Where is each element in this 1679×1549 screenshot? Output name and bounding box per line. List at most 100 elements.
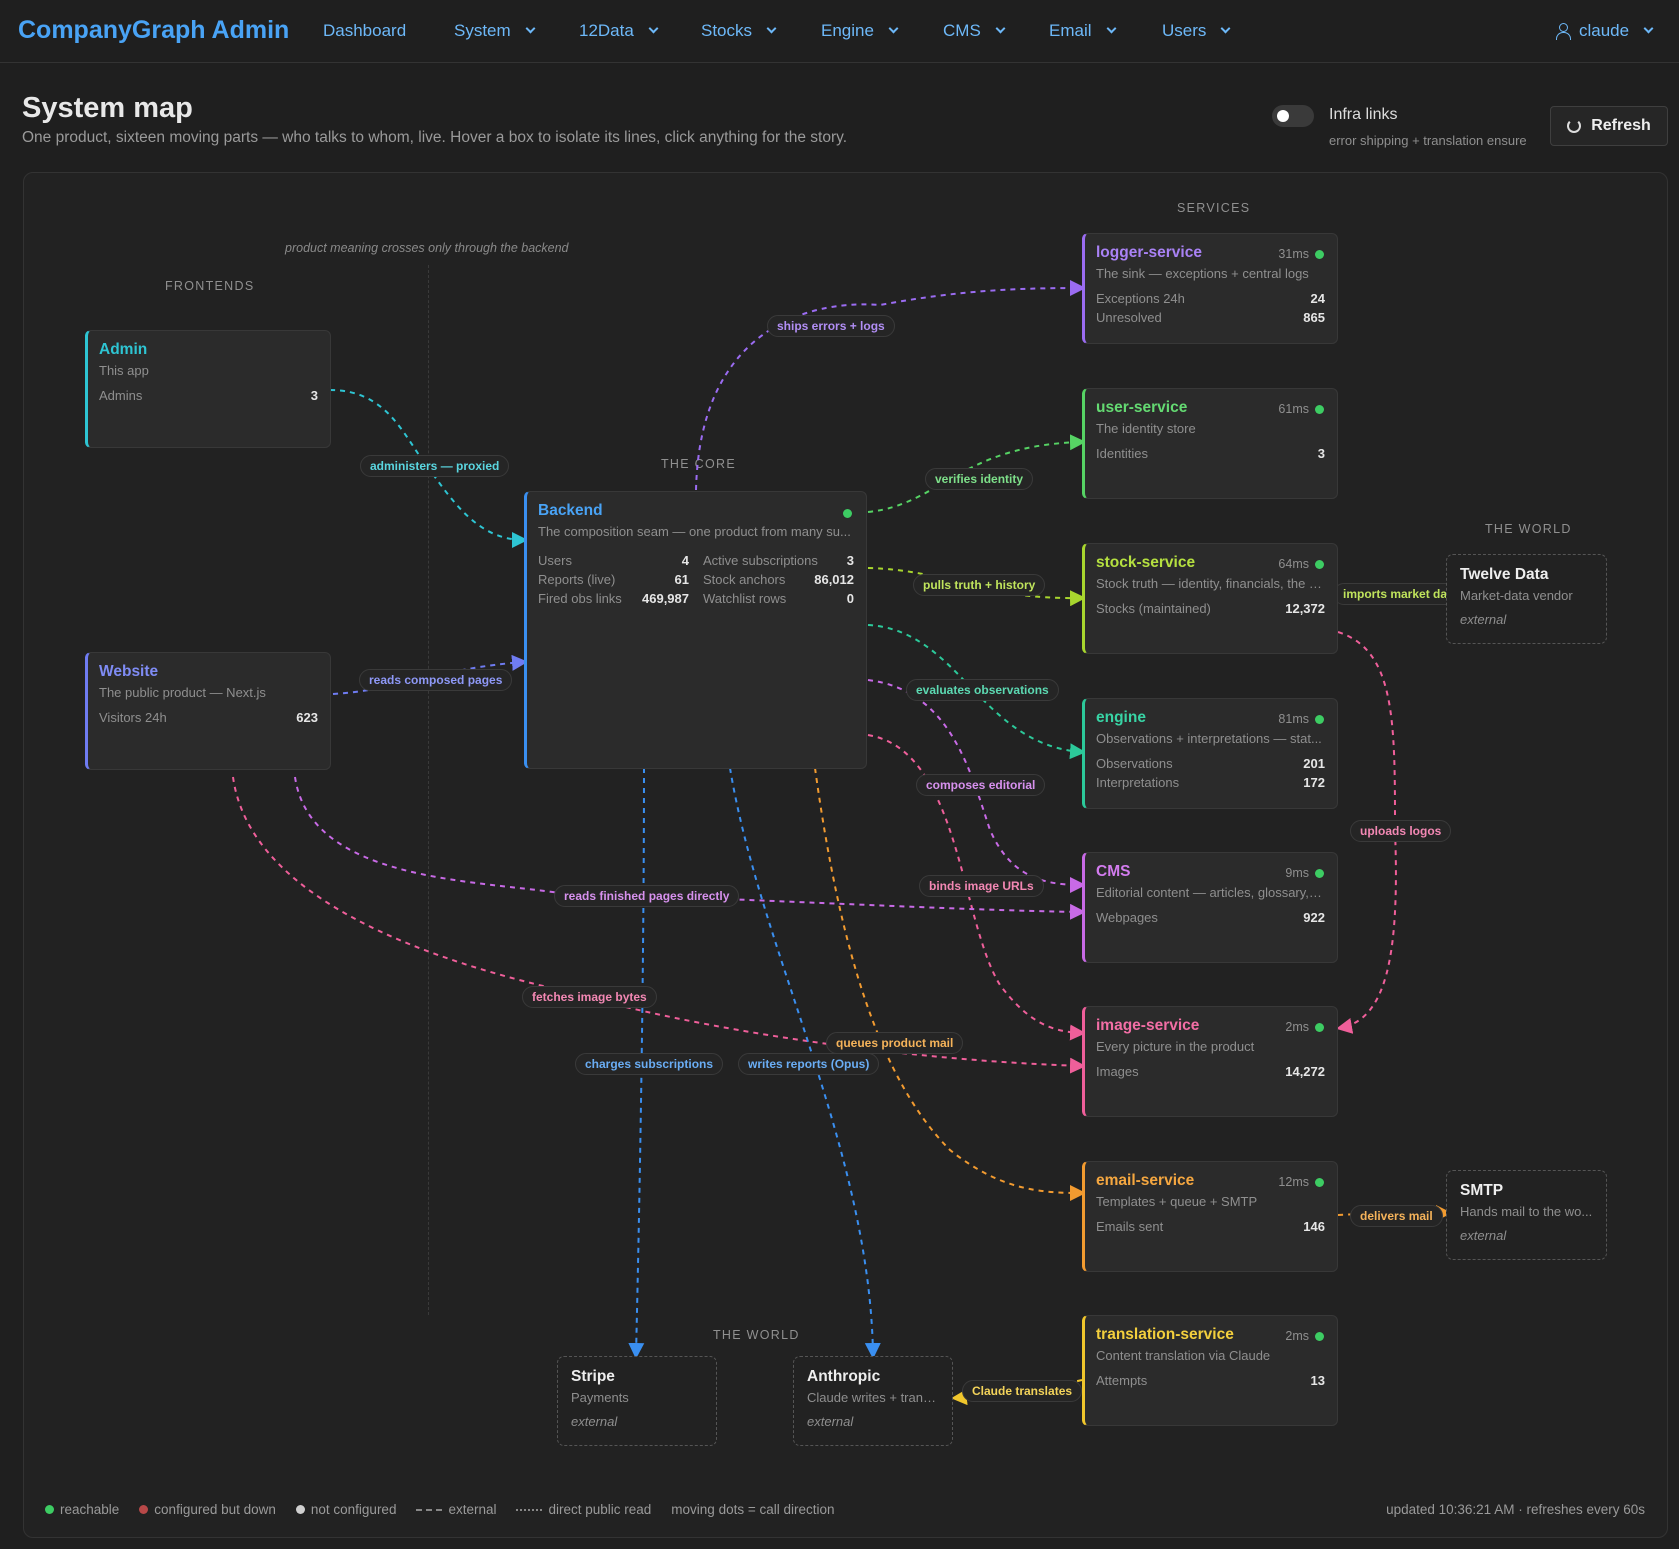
- latency: 31ms: [1278, 247, 1309, 261]
- node-stripe[interactable]: Stripe Payments external: [557, 1356, 717, 1446]
- node-stat: Emails sent 146: [1096, 1219, 1325, 1234]
- edge-reads-finished-pages[interactable]: reads finished pages directly: [554, 885, 740, 907]
- external-tag: external: [807, 1414, 854, 1429]
- edge-delivers-mail[interactable]: delivers mail: [1350, 1205, 1443, 1227]
- node-stat: Users 4: [538, 553, 689, 568]
- status-dot-reachable: [1315, 1022, 1324, 1032]
- legend-reachable: reachable: [45, 1502, 119, 1517]
- legend-not-configured: not configured: [295, 1502, 396, 1517]
- edge-uploads-logos[interactable]: uploads logos: [1350, 820, 1452, 842]
- node-subtitle: Hands mail to the wo...: [1460, 1204, 1593, 1219]
- node-stat: Identities 3: [1096, 446, 1325, 461]
- latency: 2ms: [1285, 1329, 1309, 1343]
- node-subtitle: Market-data vendor: [1460, 588, 1573, 603]
- node-title: SMTP: [1460, 1182, 1504, 1199]
- edge-queues-product-mail[interactable]: queues product mail: [826, 1032, 964, 1054]
- node-email-service[interactable]: email-service 12ms Templates + queue + S…: [1082, 1161, 1338, 1272]
- edge-claude-translates[interactable]: Claude translates: [962, 1380, 1083, 1402]
- node-stat: Active subscriptions 3: [703, 553, 854, 568]
- legend-external: external: [416, 1502, 496, 1517]
- latency: 64ms: [1278, 557, 1309, 571]
- red-dot-icon: [139, 1505, 149, 1514]
- updated-timestamp: updated 10:36:21 AM · refreshes every 60…: [1386, 1502, 1645, 1517]
- node-stat: Observations 201: [1096, 756, 1325, 771]
- node-stat: Admins 3: [99, 388, 318, 403]
- node-title: Admin: [99, 341, 148, 358]
- legend-moving-dots: moving dots = call direction: [671, 1502, 835, 1517]
- node-admin[interactable]: Admin This app Admins 3: [85, 330, 331, 448]
- node-stat: Watchlist rows 0: [703, 591, 854, 606]
- node-engine[interactable]: engine 81ms Observations + interpretatio…: [1082, 698, 1338, 809]
- edge-evaluates-observations[interactable]: evaluates observations: [906, 679, 1059, 701]
- grey-dot-icon: [295, 1505, 305, 1514]
- node-title: Backend: [538, 502, 603, 519]
- node-stat: Stocks (maintained) 12,372: [1096, 601, 1325, 616]
- node-smtp[interactable]: SMTP Hands mail to the wo... external: [1446, 1170, 1607, 1260]
- status-dot-reachable: [843, 509, 852, 518]
- edge-binds-image-urls[interactable]: binds image URLs: [919, 875, 1044, 897]
- external-tag: external: [1460, 612, 1507, 627]
- node-stat: Unresolved 865: [1096, 310, 1325, 325]
- node-title: Anthropic: [807, 1368, 881, 1385]
- node-backend[interactable]: Backend The composition seam — one produ…: [524, 491, 867, 769]
- dashed-line-icon: [416, 1508, 443, 1511]
- node-stat: Fired obs links 469,987: [538, 591, 689, 606]
- edge-fetches-image-bytes[interactable]: fetches image bytes: [522, 986, 657, 1008]
- node-image-service[interactable]: image-service 2ms Every picture in the p…: [1082, 1006, 1338, 1117]
- edge-writes-reports[interactable]: writes reports (Opus): [738, 1053, 880, 1075]
- status-dot-reachable: [1315, 868, 1324, 878]
- status-dot-reachable: [1315, 249, 1324, 259]
- node-stat: Exceptions 24h 24: [1096, 291, 1325, 306]
- node-subtitle: Templates + queue + SMTP: [1096, 1194, 1258, 1209]
- dash-dot-line-icon: [516, 1508, 543, 1511]
- status-dot-reachable: [1315, 1331, 1324, 1341]
- node-stat: Interpretations 172: [1096, 775, 1325, 790]
- node-stock-service[interactable]: stock-service 64ms Stock truth — identit…: [1082, 543, 1338, 654]
- legend: reachable configured but down not config…: [45, 1502, 855, 1517]
- node-subtitle: Every picture in the product: [1096, 1039, 1255, 1054]
- node-stat: Stock anchors 86,012: [703, 572, 854, 587]
- node-subtitle: Editorial content — articles, glossary, …: [1096, 885, 1325, 900]
- node-cms[interactable]: CMS 9ms Editorial content — articles, gl…: [1082, 852, 1338, 963]
- edge-charges-subscriptions[interactable]: charges subscriptions: [575, 1053, 724, 1075]
- node-title: Website: [99, 663, 159, 680]
- edge-verifies-identity[interactable]: verifies identity: [925, 468, 1034, 490]
- latency: 81ms: [1278, 712, 1309, 726]
- node-stat: Webpages 922: [1096, 910, 1325, 925]
- node-subtitle: The composition seam — one product from …: [538, 524, 851, 539]
- node-anthropic[interactable]: Anthropic Claude writes + trans... exter…: [793, 1356, 953, 1446]
- edge-reads-composed-pages[interactable]: reads composed pages: [359, 669, 513, 691]
- status-dot-reachable: [1315, 714, 1324, 724]
- external-tag: external: [1460, 1228, 1507, 1243]
- legend-down: configured but down: [139, 1502, 276, 1517]
- node-twelve-data[interactable]: Twelve Data Market-data vendor external: [1446, 554, 1607, 644]
- node-stat: Visitors 24h 623: [99, 710, 318, 725]
- node-subtitle: This app: [99, 363, 149, 378]
- edge-composes-editorial[interactable]: composes editorial: [916, 774, 1046, 796]
- node-subtitle: Claude writes + trans...: [807, 1390, 939, 1405]
- node-website[interactable]: Website The public product — Next.js Vis…: [85, 652, 331, 770]
- node-title: Stripe: [571, 1368, 615, 1385]
- node-logger-service[interactable]: logger-service 31ms The sink — exception…: [1082, 233, 1338, 344]
- edge-lines: [232, 280, 1452, 1406]
- node-subtitle: Content translation via Claude: [1096, 1348, 1271, 1363]
- edge-pulls-truth[interactable]: pulls truth + history: [913, 574, 1046, 596]
- node-subtitle: The sink — exceptions + central logs: [1096, 266, 1309, 281]
- latency: 12ms: [1278, 1175, 1309, 1189]
- node-subtitle: Observations + interpretations — stat...: [1096, 731, 1322, 746]
- status-dot-reachable: [1315, 404, 1324, 414]
- latency: 9ms: [1285, 866, 1309, 880]
- node-user-service[interactable]: user-service 61ms The identity store Ide…: [1082, 388, 1338, 499]
- edge-ships-errors[interactable]: ships errors + logs: [767, 315, 895, 337]
- node-subtitle: The public product — Next.js: [99, 685, 266, 700]
- node-stat: Attempts 13: [1096, 1373, 1325, 1388]
- node-stat: Reports (live) 61: [538, 572, 689, 587]
- edge-administers[interactable]: administers — proxied: [360, 455, 510, 477]
- status-dot-reachable: [1315, 1177, 1324, 1187]
- latency: 2ms: [1285, 1020, 1309, 1034]
- node-translation-service[interactable]: translation-service 2ms Content translat…: [1082, 1315, 1338, 1426]
- external-tag: external: [571, 1414, 618, 1429]
- green-dot-icon: [45, 1505, 54, 1514]
- node-subtitle: Payments: [571, 1390, 629, 1405]
- status-dot-reachable: [1315, 559, 1324, 569]
